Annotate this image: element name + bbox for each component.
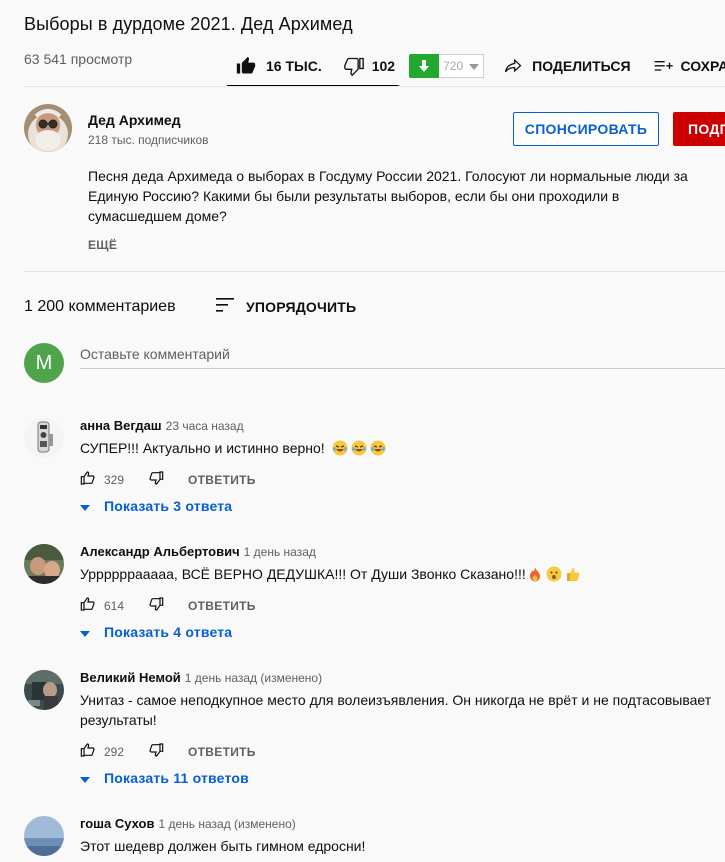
- thumbs-down-icon[interactable]: [148, 742, 164, 761]
- comment-header: анна Вегдаш 23 часа назад: [80, 418, 244, 433]
- commenter-avatar[interactable]: [24, 418, 64, 458]
- comment-time[interactable]: 1 день назад (изменено): [158, 817, 295, 831]
- replies-label: Показать 3 ответа: [104, 498, 233, 514]
- dislike-count: 102: [371, 58, 396, 74]
- show-more-button[interactable]: ЕЩЁ: [88, 238, 117, 252]
- subscriber-count: 218 тыс. подписчиков: [88, 133, 209, 147]
- comment-header: гоша Сухов 1 день назад (изменено): [80, 816, 296, 831]
- share-button[interactable]: ПОДЕЛИТЬСЯ: [502, 51, 631, 81]
- commenter-avatar[interactable]: [24, 670, 64, 710]
- hushed-emoji: [546, 566, 562, 582]
- ext-dislike-value: 720: [443, 59, 464, 73]
- download-arrow-icon: [409, 54, 440, 78]
- share-arrow-icon: [502, 56, 524, 76]
- comment-time[interactable]: 1 день назад: [244, 545, 316, 559]
- laugh-cry-emoji: [332, 440, 348, 456]
- caret-down-icon: [80, 770, 90, 786]
- watch-page: Выборы в дурдоме 2021. Дед Архимед 63 54…: [0, 0, 725, 862]
- channel-name[interactable]: Дед Архимед: [88, 112, 181, 128]
- comment-header: Великий Немой 1 день назад (изменено): [80, 670, 322, 685]
- subscribe-button[interactable]: ПОДП: [673, 112, 725, 146]
- sponsor-button[interactable]: СПОНСИРОВАТЬ: [513, 112, 659, 146]
- thumbs-up-icon: [236, 56, 256, 76]
- comment-header: Александр Альбертович 1 день назад: [80, 544, 316, 559]
- comment-time[interactable]: 23 часа назад: [166, 419, 244, 433]
- channel-avatar[interactable]: [24, 104, 72, 152]
- sort-icon: [214, 295, 236, 318]
- show-replies-button[interactable]: Показать 3 ответа: [80, 498, 232, 514]
- thumbs-up-icon[interactable]: [80, 470, 96, 489]
- comment-author[interactable]: Александр Альбертович: [80, 544, 240, 559]
- reply-button[interactable]: ОТВЕТИТЬ: [188, 599, 256, 613]
- return-dislike-widget[interactable]: 720: [409, 54, 485, 78]
- replies-label: Показать 4 ответа: [104, 624, 233, 640]
- video-title: Выборы в дурдоме 2021. Дед Архимед: [24, 14, 353, 34]
- comment-toolbar: 329 ОТВЕТИТЬ: [80, 470, 256, 489]
- user-avatar[interactable]: M: [24, 343, 64, 383]
- ext-dislike-counter: 720: [439, 54, 485, 78]
- reply-button[interactable]: ОТВЕТИТЬ: [188, 473, 256, 487]
- like-count: 292: [104, 744, 125, 759]
- show-replies-button[interactable]: Показать 11 ответов: [80, 770, 249, 786]
- comment-time[interactable]: 1 день назад (изменено): [185, 671, 322, 685]
- comment-author[interactable]: гоша Сухов: [80, 816, 154, 831]
- comment-author[interactable]: Великий Немой: [80, 670, 181, 685]
- dislike-button[interactable]: 102: [343, 51, 396, 81]
- thumbs-up-icon[interactable]: [80, 742, 96, 761]
- share-label: ПОДЕЛИТЬСЯ: [532, 58, 631, 74]
- comment-body: СУПЕР!!! Актуально и истинно верно!: [80, 440, 325, 456]
- laugh-cry-emoji: [351, 440, 367, 456]
- thumbs-down-icon[interactable]: [148, 596, 164, 615]
- caret-down-icon: [80, 498, 90, 514]
- view-count: 63 541 просмотр: [24, 51, 133, 67]
- divider: [24, 271, 725, 272]
- laugh-cry-emoji: [370, 440, 386, 456]
- comment-text: Унитаз - самое неподкупное место для вол…: [80, 692, 712, 728]
- comment-input[interactable]: Оставьте комментарий: [80, 346, 725, 369]
- like-button[interactable]: 16 ТЫС.: [228, 51, 344, 81]
- like-count: 614: [104, 598, 125, 613]
- comment-toolbar: 614 ОТВЕТИТЬ: [80, 596, 256, 615]
- like-count: 16 ТЫС.: [266, 58, 322, 74]
- save-button[interactable]: СОХРА: [653, 51, 725, 81]
- commenter-avatar[interactable]: [24, 544, 64, 584]
- sort-label: УПОРЯДОЧИТЬ: [246, 298, 357, 315]
- fire-emoji: [529, 567, 540, 582]
- save-label: СОХРА: [680, 58, 725, 74]
- thumbs-up-emoji: [566, 568, 580, 581]
- replies-label: Показать 11 ответов: [104, 770, 249, 786]
- sort-button[interactable]: УПОРЯДОЧИТЬ: [214, 295, 356, 318]
- comment-body: Урррррраааaa, ВСЁ ВЕРНО ДЕДУШКА!!! От Ду…: [80, 566, 526, 582]
- video-actions: 16 ТЫС. 102 720 ПОДЕЛИТЬСЯ СОХРА: [228, 46, 725, 86]
- comment-text: Урррррраааaa, ВСЁ ВЕРНО ДЕДУШКА!!! От Ду…: [80, 564, 725, 584]
- playlist-add-icon: [653, 56, 673, 76]
- thumbs-down-icon: [343, 56, 364, 76]
- video-description: Песня деда Архимеда о выборах в Госдуму …: [88, 168, 688, 224]
- comment-toolbar: 292 ОТВЕТИТЬ: [80, 742, 256, 761]
- caret-down-icon: [469, 59, 480, 73]
- comment-author[interactable]: анна Вегдаш: [80, 418, 162, 433]
- caret-down-icon: [80, 624, 90, 640]
- reply-button[interactable]: ОТВЕТИТЬ: [188, 745, 256, 759]
- commenter-avatar[interactable]: [24, 816, 64, 856]
- comment-text: Этот шедевр должен быть гимном едросни!: [80, 838, 366, 854]
- show-replies-button[interactable]: Показать 4 ответа: [80, 624, 232, 640]
- thumbs-down-icon[interactable]: [148, 470, 164, 489]
- comments-count: 1 200 комментариев: [24, 298, 176, 315]
- thumbs-up-icon[interactable]: [80, 596, 96, 615]
- divider: [24, 86, 725, 87]
- comment-text: СУПЕР!!! Актуально и истинно верно!: [80, 438, 725, 458]
- like-count: 329: [104, 472, 125, 487]
